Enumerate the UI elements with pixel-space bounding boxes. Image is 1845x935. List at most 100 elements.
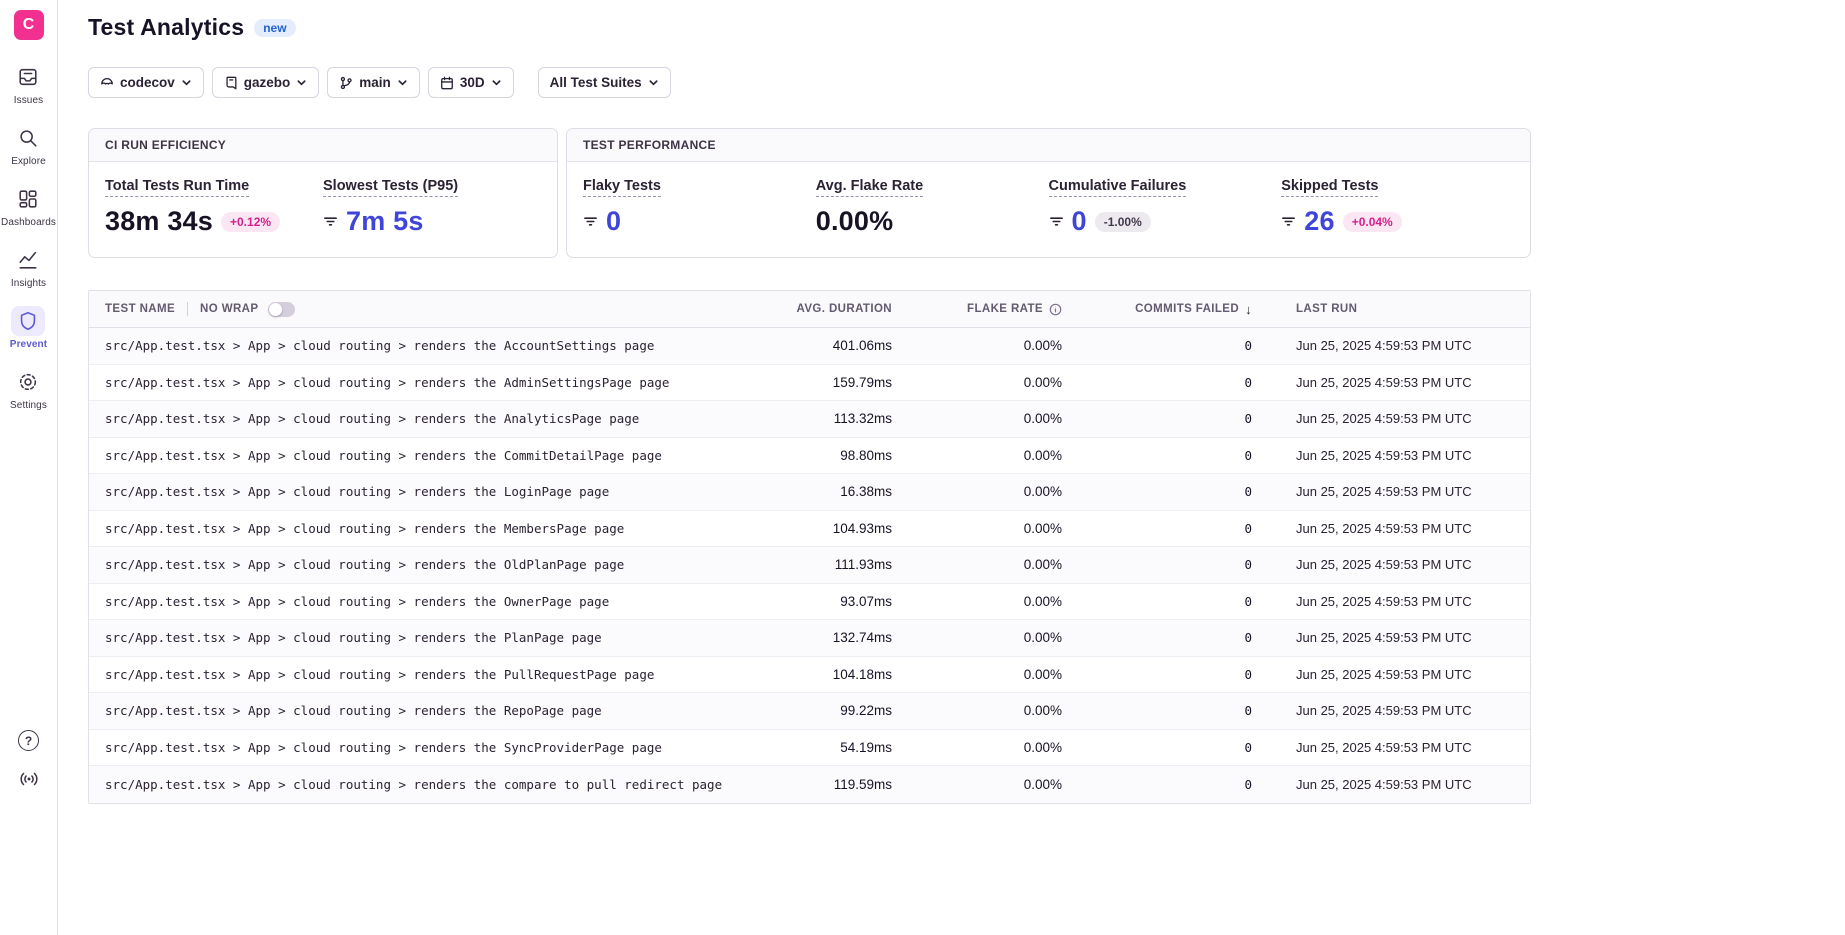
table-row[interactable]: src/App.test.tsx > App > cloud routing >…: [89, 620, 1530, 657]
org-filter[interactable]: codecov: [88, 67, 204, 98]
page-header: Test Analytics new: [88, 14, 1531, 41]
commits-failed-cell: 0: [1078, 557, 1268, 572]
metric-label[interactable]: Total Tests Run Time: [105, 178, 249, 197]
panel-title: CI RUN EFFICIENCY: [89, 129, 557, 162]
commits-failed-cell: 0: [1078, 777, 1268, 792]
last-run-cell: Jun 25, 2025 4:59:53 PM UTC: [1268, 703, 1530, 718]
avg-duration-cell: 401.06ms: [778, 338, 908, 353]
table-row[interactable]: src/App.test.tsx > App > cloud routing >…: [89, 584, 1530, 621]
header-divider: [187, 302, 188, 316]
date-range-filter[interactable]: 30D: [428, 67, 514, 98]
table-body: src/App.test.tsx > App > cloud routing >…: [89, 328, 1530, 803]
commits-failed-cell: 0: [1078, 484, 1268, 499]
date-range-filter-label: 30D: [460, 75, 485, 90]
sidebar-item-insights[interactable]: Insights: [11, 245, 46, 289]
metric-label[interactable]: Cumulative Failures: [1049, 178, 1187, 197]
filter-lines-icon[interactable]: [583, 214, 598, 229]
sidebar-nav: Issues Explore: [1, 62, 56, 411]
sidebar-item-label: Settings: [10, 400, 47, 411]
flake-rate-cell: 0.00%: [908, 375, 1078, 390]
filter-lines-icon[interactable]: [323, 214, 338, 229]
test-name-cell: src/App.test.tsx > App > cloud routing >…: [89, 557, 778, 572]
commits-failed-cell: 0: [1078, 740, 1268, 755]
metric-label[interactable]: Avg. Flake Rate: [816, 178, 923, 197]
test-name-cell: src/App.test.tsx > App > cloud routing >…: [89, 521, 778, 536]
flake-rate-cell: 0.00%: [908, 557, 1078, 572]
avg-duration-cell: 159.79ms: [778, 375, 908, 390]
col-avg-duration[interactable]: AVG. DURATION: [797, 303, 893, 315]
branch-filter[interactable]: main: [327, 67, 420, 98]
table-row[interactable]: src/App.test.tsx > App > cloud routing >…: [89, 474, 1530, 511]
last-run-cell: Jun 25, 2025 4:59:53 PM UTC: [1268, 557, 1530, 572]
metric-label[interactable]: Flaky Tests: [583, 178, 661, 197]
table-row[interactable]: src/App.test.tsx > App > cloud routing >…: [89, 766, 1530, 803]
avg-duration-cell: 132.74ms: [778, 630, 908, 645]
filter-lines-icon[interactable]: [1281, 214, 1296, 229]
no-wrap-label: NO WRAP: [200, 303, 258, 315]
metric-value[interactable]: 26: [1304, 206, 1334, 237]
sidebar-item-prevent[interactable]: Prevent: [10, 306, 47, 350]
table-row[interactable]: src/App.test.tsx > App > cloud routing >…: [89, 401, 1530, 438]
search-icon: [11, 123, 45, 153]
last-run-cell: Jun 25, 2025 4:59:53 PM UTC: [1268, 777, 1530, 792]
test-suites-filter[interactable]: All Test Suites: [538, 67, 671, 98]
branch-filter-label: main: [359, 75, 391, 90]
sidebar-item-settings[interactable]: Settings: [10, 367, 47, 411]
flake-rate-cell: 0.00%: [908, 777, 1078, 792]
col-flake-rate[interactable]: FLAKE RATE: [967, 303, 1043, 315]
broadcast-icon[interactable]: [18, 768, 40, 795]
no-wrap-toggle[interactable]: [268, 302, 295, 317]
col-commits-failed[interactable]: COMMITS FAILED: [1135, 303, 1239, 315]
flake-rate-cell: 0.00%: [908, 338, 1078, 353]
sidebar-item-dashboards[interactable]: Dashboards: [1, 184, 56, 228]
app-logo[interactable]: C: [14, 10, 44, 40]
table-row[interactable]: src/App.test.tsx > App > cloud routing >…: [89, 438, 1530, 475]
commits-failed-cell: 0: [1078, 667, 1268, 682]
sidebar-item-label: Explore: [11, 156, 46, 167]
metric-label[interactable]: Skipped Tests: [1281, 178, 1378, 197]
chevron-down-icon: [296, 77, 307, 88]
table-row[interactable]: src/App.test.tsx > App > cloud routing >…: [89, 547, 1530, 584]
info-icon[interactable]: [1049, 303, 1062, 316]
test-name-cell: src/App.test.tsx > App > cloud routing >…: [89, 777, 778, 792]
trend-badge: +0.12%: [221, 212, 280, 232]
metric-value: 38m 34s: [105, 206, 213, 237]
metric-cumulative-failures: Cumulative Failures 0 -1.00%: [1049, 177, 1282, 237]
avg-duration-cell: 104.93ms: [778, 521, 908, 536]
metric-total-tests-run-time: Total Tests Run Time 38m 34s +0.12%: [105, 177, 323, 237]
commits-failed-cell: 0: [1078, 448, 1268, 463]
sidebar-item-explore[interactable]: Explore: [11, 123, 46, 167]
table-row[interactable]: src/App.test.tsx > App > cloud routing >…: [89, 328, 1530, 365]
table-header-row: TEST NAME NO WRAP AVG. DURATION FLAKE RA…: [89, 291, 1530, 328]
table-row[interactable]: src/App.test.tsx > App > cloud routing >…: [89, 730, 1530, 767]
flake-rate-cell: 0.00%: [908, 484, 1078, 499]
repo-filter[interactable]: gazebo: [212, 67, 320, 98]
sidebar-item-issues[interactable]: Issues: [11, 62, 45, 106]
table-row[interactable]: src/App.test.tsx > App > cloud routing >…: [89, 365, 1530, 402]
test-name-cell: src/App.test.tsx > App > cloud routing >…: [89, 594, 778, 609]
calendar-icon: [440, 76, 454, 90]
commits-failed-cell: 0: [1078, 594, 1268, 609]
table-row[interactable]: src/App.test.tsx > App > cloud routing >…: [89, 693, 1530, 730]
commits-failed-cell: 0: [1078, 630, 1268, 645]
table-row[interactable]: src/App.test.tsx > App > cloud routing >…: [89, 657, 1530, 694]
col-last-run[interactable]: LAST RUN: [1296, 303, 1357, 315]
sort-desc-icon[interactable]: ↓: [1245, 302, 1252, 317]
col-test-name[interactable]: TEST NAME: [105, 303, 175, 315]
filter-lines-icon[interactable]: [1049, 214, 1064, 229]
metric-value[interactable]: 7m 5s: [346, 206, 424, 237]
commits-failed-cell: 0: [1078, 411, 1268, 426]
metric-value[interactable]: 0: [1072, 206, 1087, 237]
metric-slowest-tests: Slowest Tests (P95) 7m 5s: [323, 177, 541, 237]
last-run-cell: Jun 25, 2025 4:59:53 PM UTC: [1268, 411, 1530, 426]
metric-skipped-tests: Skipped Tests 26 +0.04%: [1281, 177, 1514, 237]
metric-label[interactable]: Slowest Tests (P95): [323, 178, 458, 197]
metric-avg-flake-rate: Avg. Flake Rate 0.00%: [816, 177, 1049, 237]
commits-failed-cell: 0: [1078, 375, 1268, 390]
commits-failed-cell: 0: [1078, 521, 1268, 536]
trend-badge: +0.04%: [1343, 212, 1402, 232]
dashboards-icon: [11, 184, 45, 214]
table-row[interactable]: src/App.test.tsx > App > cloud routing >…: [89, 511, 1530, 548]
metric-value[interactable]: 0: [606, 206, 621, 237]
help-icon[interactable]: ?: [18, 730, 39, 751]
